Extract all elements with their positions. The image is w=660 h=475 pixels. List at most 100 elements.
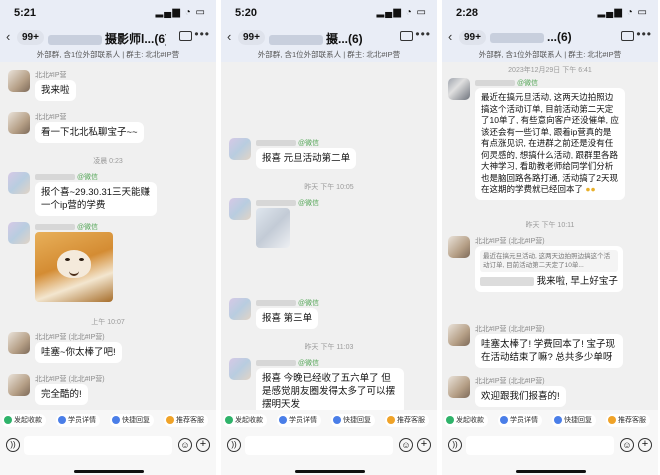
avatar[interactable] — [448, 324, 470, 346]
video-call-icon[interactable] — [400, 31, 413, 41]
chat-title: ...(6) — [490, 30, 572, 44]
avatar[interactable] — [8, 374, 30, 396]
avatar[interactable] — [8, 222, 30, 244]
message-list[interactable]: 2023年12月29日 下午 6:41 @微信 最近在搞元旦活动, 这两天边拍照… — [442, 62, 658, 408]
avatar[interactable] — [448, 78, 470, 100]
phone-screen-1: 5:21 ▂▄▆ ◔ ▭ ‹ 99+ 摄影师l...(6) ••• 外部群, 含… — [0, 0, 218, 475]
emoji-icon[interactable]: ☺ — [178, 438, 192, 452]
video-call-icon[interactable] — [621, 31, 634, 41]
avatar[interactable] — [8, 172, 30, 194]
quick-action-collect[interactable]: 发起收款 — [223, 414, 267, 427]
quick-actions-bar: 发起收款 学员详情 快捷回复 推荐客服 — [442, 410, 658, 430]
emoji-icon[interactable]: ☺ — [620, 438, 634, 452]
message-bubble[interactable]: 报个喜~29.30.31三天能赚一个ip营的学费 — [35, 182, 157, 216]
back-icon[interactable]: ‹ — [227, 29, 231, 44]
avatar[interactable] — [229, 198, 251, 220]
sender-name: @微信 — [256, 298, 319, 308]
status-bar: 5:20 ▂▄▆ ◔ ▭ — [221, 0, 437, 26]
quick-action-service[interactable]: 推荐客服 — [164, 414, 208, 427]
avatar[interactable] — [229, 138, 251, 160]
voice-icon[interactable]: )) — [448, 438, 462, 452]
sender-name: @微信 — [35, 222, 98, 232]
emoji-icon: ●● — [585, 184, 596, 194]
sender-name: 北北#IP营 — [35, 114, 67, 121]
timestamp: 上午 10:07 — [91, 319, 125, 326]
chat-header: ‹ 99+ 摄影师l...(6) ••• — [0, 26, 216, 48]
message-input[interactable] — [24, 436, 172, 455]
message-bubble[interactable]: 哇塞~你太棒了吧! — [35, 342, 122, 363]
unread-badge[interactable]: 99+ — [17, 30, 44, 45]
message-bubble[interactable]: 报喜 今晚已经收了五六单了 但是感觉朋友圈发得太多了可以摆摆明天发 — [256, 368, 404, 415]
avatar[interactable] — [8, 70, 30, 92]
reply-text: 我来啦, 早上好宝子 — [480, 275, 618, 288]
voice-icon[interactable]: )) — [227, 438, 241, 452]
message-list[interactable]: 北北#IP营 我来啦 北北#IP营 看一下北北私聊宝子~~ 凌晨 0:23 @微… — [0, 62, 216, 408]
signal-wifi-battery-icon: ▂▄▆ ◔ ▭ — [597, 7, 648, 18]
status-time: 5:21 — [14, 7, 37, 19]
home-indicator — [295, 470, 365, 473]
more-options-icon[interactable]: ••• — [415, 27, 431, 41]
quick-action-collect[interactable]: 发起收款 — [444, 414, 488, 427]
message-input[interactable] — [245, 436, 393, 455]
screenshot-collage: 5:21 ▂▄▆ ◔ ▭ ‹ 99+ 摄影师l...(6) ••• 外部群, 含… — [0, 0, 660, 475]
message-bubble[interactable]: 报喜 元旦活动第二单 — [256, 148, 357, 169]
back-icon[interactable]: ‹ — [6, 29, 10, 44]
quick-action-reply[interactable]: 快捷回复 — [552, 414, 596, 427]
dog-sticker-image[interactable] — [35, 232, 113, 302]
back-icon[interactable]: ‹ — [448, 29, 452, 44]
timestamp: 昨天 下午 10:05 — [304, 184, 354, 191]
message-list[interactable]: @微信 报喜 元旦活动第二单 昨天 下午 10:05 @微信 @微信 报喜 第三… — [221, 62, 437, 415]
more-options-icon[interactable]: ••• — [636, 27, 652, 41]
avatar[interactable] — [448, 236, 470, 258]
input-bar: )) ☺ + — [221, 430, 437, 475]
quick-action-student[interactable]: 学员详情 — [56, 414, 100, 427]
quick-action-collect[interactable]: 发起收款 — [2, 414, 46, 427]
more-options-icon[interactable]: ••• — [194, 27, 210, 41]
quick-action-service[interactable]: 推荐客服 — [385, 414, 429, 427]
sender-name: @微信 — [256, 358, 319, 368]
quick-action-reply[interactable]: 快捷回复 — [331, 414, 375, 427]
message-bubble[interactable]: 哇塞太棒了! 学费回本了! 宝子现在活动结束了嘛? 总共多少单呀 — [475, 334, 623, 368]
emoji-icon[interactable]: ☺ — [399, 438, 413, 452]
quoted-reply-bubble[interactable]: 最近在搞元旦活动, 这两天边拍照边搞这个活动订单, 目前活动第二天定了10单..… — [475, 246, 623, 292]
avatar[interactable] — [8, 112, 30, 134]
quick-action-service[interactable]: 推荐客服 — [606, 414, 650, 427]
plus-icon[interactable]: + — [196, 438, 210, 452]
chat-title: 摄...(6) — [269, 30, 363, 47]
message-bubble[interactable]: 完全酷的! — [35, 384, 88, 405]
sender-name: 北北#IP营 (北北#IP营) — [475, 378, 545, 385]
timestamp: 2023年12月29日 下午 6:41 — [508, 67, 592, 74]
sender-name: 北北#IP营 (北北#IP营) — [475, 326, 545, 333]
avatar[interactable] — [229, 298, 251, 320]
group-info: 外部群, 含1位外部联系人 | 群主: 北北#IP营 — [442, 48, 658, 62]
message-input[interactable] — [466, 436, 614, 455]
photo-image[interactable] — [256, 208, 290, 248]
input-bar: )) ☺ + — [0, 430, 216, 475]
message-bubble[interactable]: 我来啦 — [35, 80, 76, 101]
timestamp: 昨天 下午 10:11 — [525, 222, 575, 229]
video-call-icon[interactable] — [179, 31, 192, 41]
message-bubble[interactable]: 看一下北北私聊宝子~~ — [35, 122, 144, 143]
chat-header: ‹ 99+ 摄...(6) ••• — [221, 26, 437, 48]
sender-name: @微信 — [256, 138, 319, 148]
avatar[interactable] — [229, 358, 251, 380]
avatar[interactable] — [448, 376, 470, 398]
quick-action-reply[interactable]: 快捷回复 — [110, 414, 154, 427]
message-bubble[interactable]: 报喜 第三单 — [256, 308, 319, 329]
group-info: 外部群, 含1位外部联系人 | 群主: 北北#IP营 — [0, 48, 216, 62]
status-bar: 5:21 ▂▄▆ ◔ ▭ — [0, 0, 216, 26]
timestamp: 昨天 下午 11:03 — [304, 344, 354, 351]
quick-action-student[interactable]: 学员详情 — [277, 414, 321, 427]
chat-title: 摄影师l...(6) — [48, 30, 166, 47]
unread-badge[interactable]: 99+ — [238, 30, 265, 45]
plus-icon[interactable]: + — [638, 438, 652, 452]
unread-badge[interactable]: 99+ — [459, 30, 486, 45]
sender-name: 北北#IP营 (北北#IP营) — [35, 334, 105, 341]
signal-wifi-battery-icon: ▂▄▆ ◔ ▭ — [155, 7, 206, 18]
voice-icon[interactable]: )) — [6, 438, 20, 452]
message-bubble[interactable]: 最近在搞元旦活动, 这两天边拍照边搞这个活动订单, 目前活动第二天定了10单了,… — [475, 88, 625, 200]
quick-action-student[interactable]: 学员详情 — [498, 414, 542, 427]
plus-icon[interactable]: + — [417, 438, 431, 452]
message-bubble[interactable]: 欢迎跟我们报喜的! — [475, 386, 566, 407]
avatar[interactable] — [8, 332, 30, 354]
